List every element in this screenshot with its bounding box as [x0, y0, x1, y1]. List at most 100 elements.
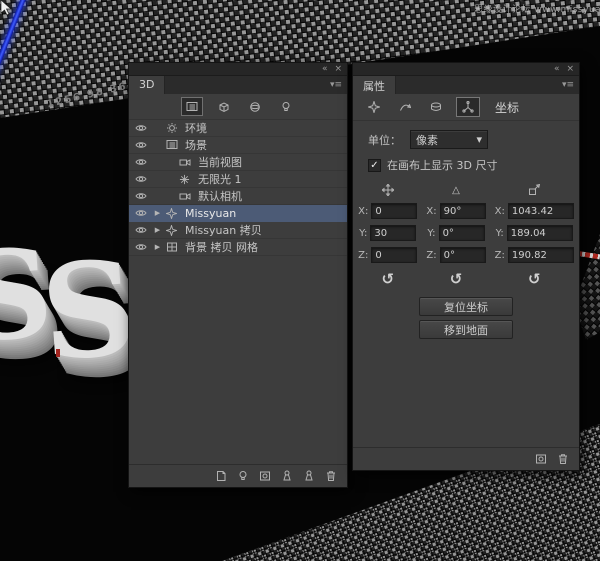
position-y-input[interactable]	[370, 225, 416, 241]
new-material-icon[interactable]	[303, 467, 315, 486]
scale-column: X: Y: Z: ↺	[495, 183, 574, 288]
move-icon	[382, 183, 394, 197]
visibility-eye-icon[interactable]	[135, 208, 149, 218]
axis-label: Z:	[358, 250, 368, 261]
mesh-properties-icon[interactable]	[363, 98, 385, 116]
deform-properties-icon[interactable]	[394, 98, 416, 116]
render-frame-icon[interactable]	[259, 467, 271, 486]
section-title: 坐标	[495, 99, 519, 116]
unit-row: 单位： 像素 ▾	[353, 121, 579, 149]
visibility-eye-icon[interactable]	[135, 242, 149, 252]
scale-z-input[interactable]	[508, 247, 574, 263]
render-frame-icon[interactable]	[535, 450, 547, 469]
rotation-z-input[interactable]	[440, 247, 486, 263]
collapse-panel-icon[interactable]: «	[322, 63, 328, 75]
reset-scale-icon[interactable]: ↺	[528, 270, 541, 288]
show-3d-size-checkbox[interactable]: ✓	[368, 159, 381, 172]
delete-trash-icon[interactable]	[325, 467, 337, 486]
panel-menu-icon[interactable]: ▾≡	[325, 76, 347, 94]
unit-select[interactable]: 像素 ▾	[410, 130, 488, 149]
scale-x-input[interactable]	[508, 203, 574, 219]
3d-item-background-copy-mesh[interactable]: ▶ 背景 拷贝 网格	[129, 239, 347, 256]
properties-panel-header: « ×	[353, 63, 579, 76]
reset-position-icon[interactable]: ↺	[381, 270, 394, 288]
visibility-eye-icon[interactable]	[135, 174, 149, 184]
coordinates-properties-icon[interactable]	[456, 97, 480, 117]
axis-label: X:	[426, 206, 436, 217]
3d-filter-row	[129, 94, 347, 120]
3d-item-missyuan-copy[interactable]: ▶ Missyuan 拷贝	[129, 222, 347, 239]
scale-y-input[interactable]	[507, 225, 573, 241]
tab-properties[interactable]: 属性	[353, 76, 396, 94]
environment-icon	[166, 122, 181, 134]
rotation-column: △ X: Y: Z: ↺	[426, 183, 485, 288]
properties-panel: « × 属性 ▾≡ 坐标 单位： 像素 ▾ ✓ 在画布上显示 3D 尺寸	[352, 62, 580, 471]
3d-panel-bottom-bar	[129, 464, 347, 487]
visibility-eye-icon[interactable]	[135, 140, 149, 150]
disclosure-triangle-icon[interactable]: ▶	[153, 209, 162, 217]
3d-item-environment[interactable]: 环境	[129, 120, 347, 137]
unit-value: 像素	[416, 132, 438, 148]
properties-bottom-bar	[353, 447, 579, 470]
item-label: 默认相机	[198, 188, 242, 204]
axis-label: Z:	[495, 250, 505, 261]
axis-label: Y:	[427, 228, 435, 239]
text-mesh-icon	[166, 208, 181, 219]
3d-scene-tree: 环境 场景 当前视图 无限光 1	[129, 120, 347, 256]
rotation-x-input[interactable]	[440, 203, 486, 219]
delete-trash-icon[interactable]	[557, 450, 569, 469]
close-panel-icon[interactable]: ×	[566, 63, 574, 75]
3d-item-default-camera[interactable]: 默认相机	[129, 188, 347, 205]
mesh-grid-icon	[166, 241, 181, 253]
visibility-eye-icon[interactable]	[135, 157, 149, 167]
axis-label: Z:	[426, 250, 436, 261]
camera-icon	[179, 191, 194, 202]
new-layer-icon[interactable]	[215, 467, 227, 486]
scene-icon	[166, 139, 181, 151]
filter-material-icon[interactable]	[245, 98, 265, 115]
rotation-y-input[interactable]	[439, 225, 485, 241]
3d-widget-red-marker	[56, 349, 60, 357]
3d-item-scene[interactable]: 场景	[129, 137, 347, 154]
show-3d-size-label: 在画布上显示 3D 尺寸	[387, 157, 497, 173]
item-label: 环境	[185, 120, 207, 136]
item-label: 场景	[185, 137, 207, 153]
disclosure-triangle-icon[interactable]: ▶	[153, 243, 162, 251]
reset-rotation-icon[interactable]: ↺	[450, 270, 463, 288]
photoshop-3d-workspace: 思缘设计论坛 www.missyuan.com 1256 98 36 S S «…	[0, 0, 600, 561]
mouse-cursor-icon	[0, 0, 13, 16]
new-mesh-icon[interactable]	[281, 467, 293, 486]
show-3d-size-row: ✓ 在画布上显示 3D 尺寸	[353, 149, 579, 173]
filter-light-icon[interactable]	[276, 98, 296, 115]
3d-item-missyuan[interactable]: ▶ Missyuan	[129, 205, 347, 222]
new-light-icon[interactable]	[237, 467, 249, 486]
3d-item-current-view[interactable]: 当前视图	[129, 154, 347, 171]
rotate-icon: △	[452, 183, 460, 197]
visibility-eye-icon[interactable]	[135, 191, 149, 201]
panel-menu-icon[interactable]: ▾≡	[557, 76, 579, 94]
3d-panel: « × 3D ▾≡ 环境 场景	[128, 62, 348, 488]
visibility-eye-icon[interactable]	[135, 225, 149, 235]
coordinates-grid: X: Y: Z: ↺ △ X: Y: Z: ↺ X: Y: Z: ↺	[353, 183, 579, 288]
axis-label: X:	[358, 206, 368, 217]
cap-properties-icon[interactable]	[425, 98, 447, 116]
item-label: Missyuan	[185, 207, 236, 220]
collapse-panel-icon[interactable]: «	[554, 63, 560, 75]
3d-item-infinite-light[interactable]: 无限光 1	[129, 171, 347, 188]
position-z-input[interactable]	[371, 247, 417, 263]
position-x-input[interactable]	[371, 203, 417, 219]
coordinate-buttons: 复位坐标 移到地面	[353, 297, 579, 339]
filter-scene-icon[interactable]	[181, 97, 203, 116]
tab-3d[interactable]: 3D	[129, 76, 165, 94]
close-panel-icon[interactable]: ×	[334, 63, 342, 75]
reset-coordinates-button[interactable]: 复位坐标	[419, 297, 513, 316]
visibility-eye-icon[interactable]	[135, 123, 149, 133]
3d-panel-tabbar: 3D ▾≡	[129, 76, 347, 94]
move-to-ground-button[interactable]: 移到地面	[419, 320, 513, 339]
filter-mesh-icon[interactable]	[214, 98, 234, 115]
camera-icon	[179, 157, 194, 168]
properties-mode-row: 坐标	[353, 94, 579, 121]
disclosure-triangle-icon[interactable]: ▶	[153, 226, 162, 234]
unit-label: 单位：	[368, 132, 401, 148]
position-column: X: Y: Z: ↺	[358, 183, 417, 288]
